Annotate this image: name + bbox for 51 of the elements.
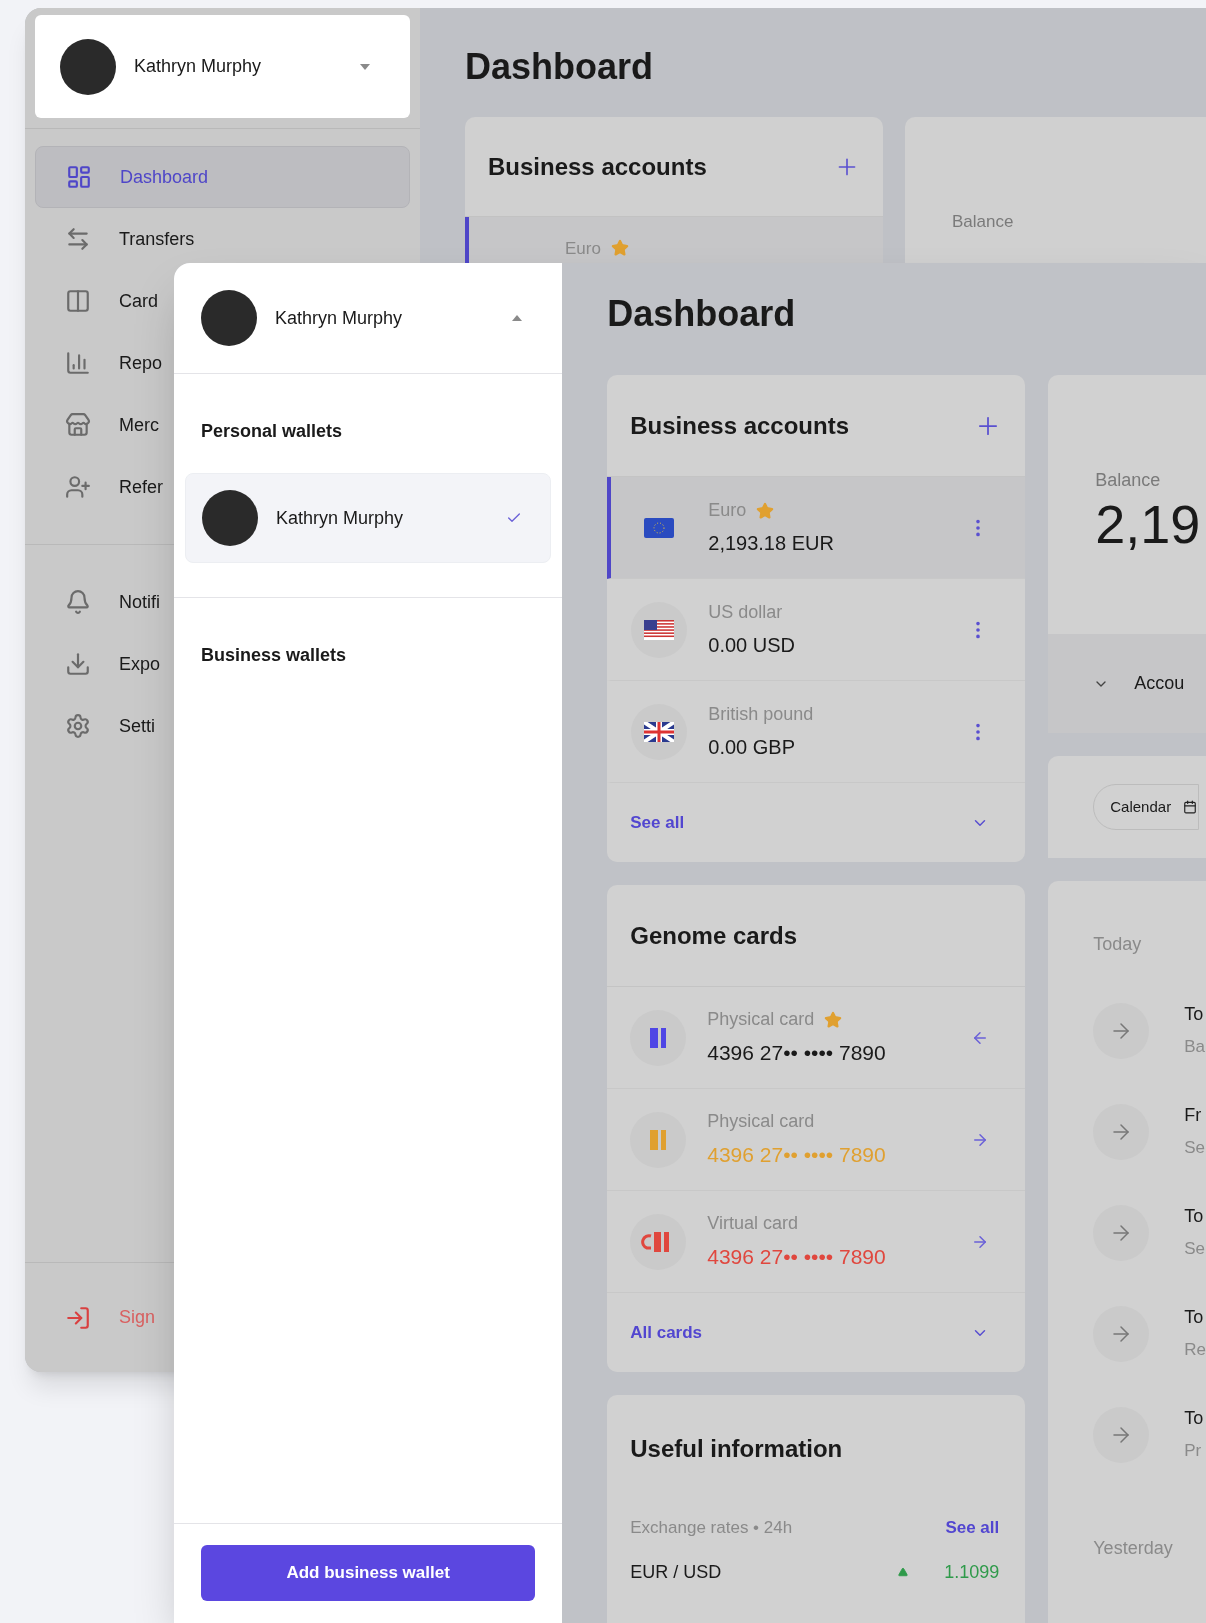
page-title: Dashboard (465, 45, 655, 89)
account-amount: 2,193.18 EUR (708, 531, 835, 556)
nav-label: Merc (119, 413, 159, 437)
transaction-subtitle: Se (1184, 1137, 1206, 1160)
card-type: Physical card (707, 1008, 815, 1032)
card-title: Business accounts (630, 410, 849, 441)
balance-amount: 2,19 (1095, 494, 1202, 554)
card-type: Physical card (707, 1110, 815, 1134)
account-amount: 0.00 GBP (708, 735, 796, 760)
transaction-title: To (1184, 1306, 1205, 1330)
nav-label: Refer (119, 475, 163, 499)
section-title: Business wallets (200, 644, 348, 667)
balance-label: Balance (952, 212, 1014, 231)
transaction-subtitle: Se (1184, 1238, 1206, 1261)
card-number: 4396 27•• •••• 7890 (707, 1142, 887, 1169)
nav-label: Dashboard (120, 165, 209, 189)
nav-label: Repo (119, 351, 163, 375)
date-heading: Today (1093, 933, 1143, 956)
nav-label: Setti (119, 714, 156, 738)
card-type: Virtual card (707, 1212, 798, 1236)
date-heading: Yesterday (1093, 1537, 1174, 1560)
section-title: Personal wallets (200, 420, 344, 443)
user-name: Kathryn Murphy (134, 55, 263, 78)
account-name: British pound (708, 703, 814, 726)
account-name: Euro (565, 239, 601, 259)
wallet-name: Kathryn Murphy (276, 506, 405, 530)
card-title: Genome cards (630, 920, 797, 951)
account-amount: 0.00 USD (708, 633, 796, 658)
nav-label: Expo (119, 652, 161, 676)
nav-label: Card (119, 289, 158, 313)
transaction-subtitle: Re (1184, 1339, 1206, 1362)
transaction-subtitle: Pr (1184, 1440, 1203, 1463)
account-name: Euro (708, 499, 747, 522)
exchange-label: Exchange rates • 24h (630, 1517, 793, 1539)
transaction-title: To (1184, 1003, 1205, 1027)
account-name: US dollar (708, 601, 783, 624)
rate-value: 1.1099 (944, 1560, 1000, 1584)
user-name: Kathryn Murphy (275, 306, 404, 330)
page-title: Dashboard (607, 292, 797, 336)
transaction-subtitle: Ba (1184, 1036, 1206, 1059)
card-number: 4396 27•• •••• 7890 (707, 1040, 887, 1067)
card-number: 4396 27•• •••• 7890 (707, 1244, 887, 1271)
transaction-title: To (1184, 1205, 1205, 1229)
nav-label: Notifi (119, 590, 160, 614)
card-title: Useful information (630, 1434, 844, 1464)
nav-label: Transfers (119, 227, 195, 251)
transaction-title: Fr (1184, 1104, 1203, 1128)
card-title: Business accounts (488, 151, 707, 182)
currency-pair: EUR / USD (630, 1560, 723, 1584)
transaction-title: To (1184, 1407, 1204, 1431)
balance-label: Balance (1095, 469, 1162, 492)
